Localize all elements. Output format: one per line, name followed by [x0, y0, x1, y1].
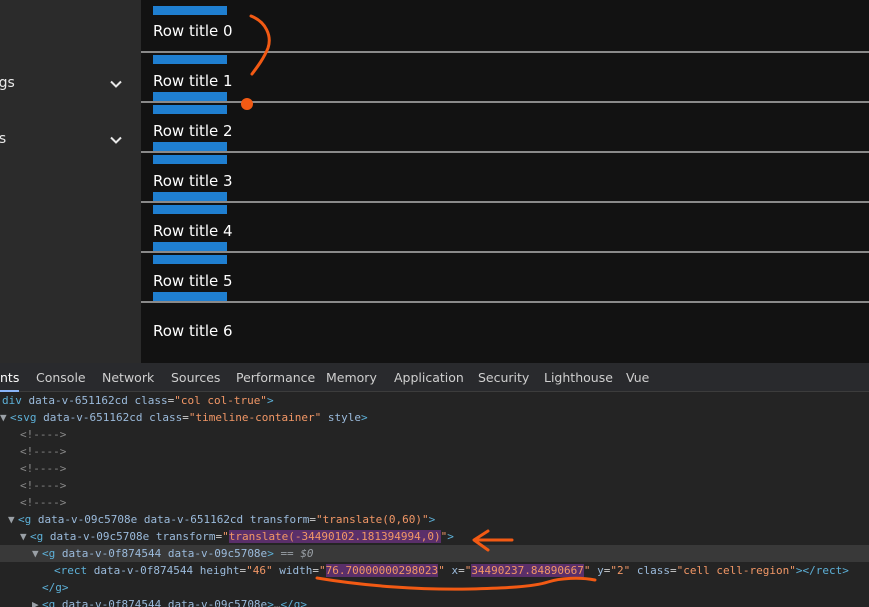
dom-node[interactable]: <rect data-v-0f874544 height="46" width=… — [0, 562, 869, 579]
dom-close-tag: rect — [815, 564, 843, 577]
dom-attr-name: data-v-0f874544 — [61, 547, 162, 560]
dom-tag-name: g — [24, 513, 32, 526]
tab-elements[interactable]: nts — [0, 363, 20, 392]
dom-comment[interactable]: <!----> — [0, 460, 869, 477]
dom-tag-name: g — [36, 530, 44, 543]
timeline-row-6: Row title 6 — [141, 300, 869, 350]
dom-attr-name: y — [597, 564, 604, 577]
timeline-row-4: Row title 4 — [141, 200, 869, 264]
dom-tag-name: rect — [60, 564, 88, 577]
selected-marker: == — [280, 547, 294, 560]
collapse-triangle-icon[interactable]: ▼ — [32, 545, 42, 562]
dom-attr-name: data-v-09c5708e — [37, 513, 138, 526]
dom-attr-value: "col col-true" — [174, 394, 267, 407]
dom-node[interactable]: ▼ <g data-v-09c5708e data-v-651162cd tran… — [0, 511, 869, 528]
tab-lighthouse[interactable]: Lighthouse — [544, 363, 613, 392]
dom-comment[interactable]: <!----> — [0, 443, 869, 460]
collapse-triangle-icon[interactable]: ▼ — [20, 528, 30, 545]
devtools-tab-bar: nts Console Network Sources Performance … — [0, 363, 869, 392]
tab-application[interactable]: Application — [394, 363, 464, 392]
chevron-down-icon[interactable] — [109, 77, 123, 91]
dom-attr-value: "46" — [246, 564, 273, 577]
sidebar-item-other[interactable]: t — [0, 176, 141, 216]
dom-attr-value: "2" — [610, 564, 631, 577]
dom-close-tag: g — [55, 581, 62, 594]
dom-attr-name: height — [199, 564, 240, 577]
sidebar-item-settings[interactable]: gs — [0, 120, 141, 160]
dom-comment[interactable]: <!----> — [0, 426, 869, 443]
tab-console[interactable]: Console — [36, 363, 86, 392]
devtools-panel: nts Console Network Sources Performance … — [0, 363, 869, 607]
app-window: ogs gs t Row title 0 Row title 1 Row tit… — [0, 0, 869, 363]
sidebar: ogs gs t — [0, 0, 141, 363]
tab-memory[interactable]: Memory — [326, 363, 377, 392]
dom-attr-name: transform — [249, 513, 310, 526]
dom-attr-name: data-v-09c5708e — [49, 530, 150, 543]
tab-network[interactable]: Network — [102, 363, 154, 392]
timeline-row-0: Row title 0 — [141, 0, 869, 64]
dom-attr-value: "translate(0,60)" — [316, 513, 429, 526]
highlighted-attr-value: 34490237.84890667 — [471, 564, 584, 577]
row-title: Row title 3 — [153, 172, 233, 190]
timeline-container: Row title 0 Row title 1 Row title 2 Row … — [141, 0, 869, 363]
dom-attr-name: class — [149, 411, 183, 424]
dom-tag-name: g — [48, 547, 56, 560]
dom-attr-name: data-v-09c5708e — [167, 598, 268, 607]
dom-attr-name: style — [327, 411, 362, 424]
timeline-row-5: Row title 5 — [141, 250, 869, 303]
cell-region[interactable] — [153, 6, 227, 15]
row-title: Row title 2 — [153, 122, 233, 140]
row-title: Row title 5 — [153, 272, 233, 290]
dom-node-selected[interactable]: ▼ <g data-v-0f874544 data-v-09c5708e> == … — [0, 545, 869, 562]
tab-sources[interactable]: Sources — [171, 363, 220, 392]
dom-attr-name: data-v-09c5708e — [167, 547, 268, 560]
sidebar-item-label: gs — [0, 131, 7, 147]
sidebar-item-logs[interactable]: ogs — [0, 64, 141, 104]
dom-node[interactable]: ▼ <svg data-v-651162cd class="timeline-co… — [0, 409, 869, 426]
dom-attr-name: width — [279, 564, 313, 577]
dom-attr-value: "cell cell-region" — [676, 564, 796, 577]
dom-attr-name: data-v-651162cd — [43, 411, 143, 424]
dom-attr-value: "timeline-container" — [188, 411, 322, 424]
dom-attr-name: data-v-0f874544 — [61, 598, 162, 607]
timeline-row-2: Row title 2 — [141, 100, 869, 164]
row-title: Row title 0 — [153, 22, 233, 40]
dom-comment[interactable]: <!----> — [0, 494, 869, 511]
dom-node[interactable]: div data-v-651162cd class="col col-true"… — [0, 392, 869, 409]
dom-attr-name: data-v-0f874544 — [93, 564, 194, 577]
row-title: Row title 4 — [153, 222, 233, 240]
chevron-down-icon[interactable] — [109, 133, 123, 147]
highlighted-attr-value: translate(-34490102.181394994,0) — [228, 530, 441, 543]
dom-attr-name: class — [636, 564, 671, 577]
row-title: Row title 6 — [153, 322, 233, 340]
dom-node[interactable]: ▼ <g data-v-09c5708e transform="translate… — [0, 528, 869, 545]
collapse-triangle-icon[interactable]: ▼ — [8, 511, 18, 528]
collapse-triangle-icon[interactable]: ▼ — [0, 409, 10, 426]
tab-performance[interactable]: Performance — [236, 363, 315, 392]
dom-attr-name: class — [134, 394, 168, 407]
row-title: Row title 1 — [153, 72, 233, 90]
sidebar-item-label: ogs — [0, 75, 15, 91]
dom-tag-name: svg — [16, 411, 37, 424]
timeline-row-3: Row title 3 — [141, 150, 869, 214]
dom-tree: div data-v-651162cd class="col col-true"… — [0, 392, 869, 607]
highlighted-attr-value: 76.70000000298023 — [325, 564, 439, 577]
dom-attr-name: transform — [155, 530, 216, 543]
dom-node[interactable]: ▶ <g data-v-0f874544 data-v-09c5708e>…</g… — [0, 596, 869, 607]
dom-tag-name: g — [48, 598, 56, 607]
timeline-row-1: Row title 1 — [141, 50, 869, 114]
expand-triangle-icon[interactable]: ▶ — [32, 596, 42, 607]
tab-vue[interactable]: Vue — [626, 363, 649, 392]
dom-attr-name: data-v-651162cd — [143, 513, 244, 526]
dom-tag-name: div — [2, 394, 22, 407]
dom-node-close[interactable]: </g> — [0, 579, 869, 596]
console-ref: $0 — [300, 547, 314, 560]
tab-security[interactable]: Security — [478, 363, 529, 392]
dom-comment[interactable]: <!----> — [0, 477, 869, 494]
dom-attr-name: data-v-651162cd — [28, 394, 128, 407]
